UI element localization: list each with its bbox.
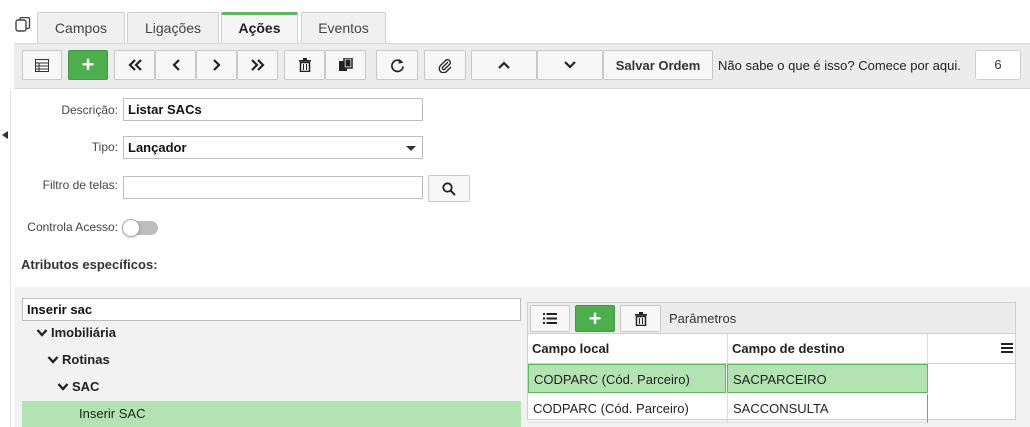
attach-button[interactable] <box>424 50 466 80</box>
col-campo-destino[interactable]: Campo de destino <box>728 334 928 364</box>
tree-search-input[interactable]: Inserir sac <box>22 298 521 321</box>
chevron-down-icon <box>47 356 59 364</box>
list-icon <box>543 313 557 324</box>
column-menu-icon[interactable] <box>1001 343 1013 353</box>
plus-icon: + <box>81 52 95 77</box>
move-down-button[interactable] <box>537 50 603 80</box>
chevron-up-icon <box>498 61 510 69</box>
tree-node-sac[interactable]: SAC <box>57 374 99 400</box>
next-record-button[interactable] <box>196 50 237 80</box>
sidebar-collapse-icon[interactable] <box>2 131 8 139</box>
tab-campos[interactable]: Campos <box>37 12 125 43</box>
trash-icon <box>298 58 311 72</box>
copy-icon[interactable] <box>15 17 31 33</box>
paperclip-icon <box>438 58 452 73</box>
descricao-label: Descrição: <box>61 103 118 117</box>
plus-icon: + <box>588 305 602 331</box>
add-button[interactable]: + <box>68 50 108 80</box>
controla-acesso-toggle[interactable] <box>122 219 158 237</box>
chevron-down-icon <box>564 61 576 69</box>
tab-eventos[interactable]: Eventos <box>301 12 386 43</box>
table-cell-local[interactable]: CODPARC (Cód. Parceiro) <box>528 394 728 423</box>
toolbar: + Salvar Ordem Não sabe o que é isso? Co… <box>14 43 1030 89</box>
atributos-title: Atributos específicos: <box>21 257 158 272</box>
parametros-title: Parâmetros <box>669 311 737 326</box>
tree-node-label: Imobiliária <box>51 325 117 340</box>
double-chevron-right-icon <box>250 59 265 71</box>
parametros-panel: + Parâmetros Campo local Campo de destin… <box>527 302 1016 423</box>
duplicate-button[interactable] <box>325 50 366 80</box>
tipo-selected-value: Lançador <box>128 140 187 155</box>
tab-bar: Campos Ligações Ações Eventos <box>0 0 1030 44</box>
help-link[interactable]: Não sabe o que é isso? Comece por aqui. <box>718 58 961 73</box>
grid-view-button[interactable] <box>22 50 62 80</box>
previous-record-button[interactable] <box>155 50 196 80</box>
params-list-button[interactable] <box>530 305 570 332</box>
parametros-toolbar: + Parâmetros <box>528 303 1015 334</box>
tree-node-imobiliaria[interactable]: Imobiliária <box>36 320 116 346</box>
table-cell-destino[interactable]: SACCONSULTA <box>728 394 928 423</box>
tree-node-inserir-sac[interactable]: Inserir SAC <box>22 401 521 427</box>
tab-ligacoes[interactable]: Ligações <box>127 12 219 43</box>
chevron-right-icon <box>212 59 221 71</box>
tree-node-rotinas[interactable]: Rotinas <box>47 347 110 373</box>
descricao-input[interactable]: Listar SACs <box>123 98 423 121</box>
tipo-select[interactable]: Lançador <box>123 136 423 159</box>
tipo-label: Tipo: <box>91 140 118 154</box>
search-button[interactable] <box>428 175 470 202</box>
table-cell-destino[interactable]: SACPARCEIRO <box>727 364 928 393</box>
filtro-input[interactable] <box>123 176 423 199</box>
count-badge: 6 <box>975 50 1021 80</box>
search-icon <box>442 181 456 196</box>
chevron-down-icon <box>57 383 69 391</box>
move-up-button[interactable] <box>471 50 537 80</box>
double-chevron-left-icon <box>127 59 142 71</box>
sidebar-divider <box>10 89 11 427</box>
controla-acesso-label: Controla Acesso: <box>27 220 118 234</box>
col-campo-local[interactable]: Campo local <box>528 334 728 364</box>
table-cell-local[interactable]: CODPARC (Cód. Parceiro) <box>528 364 726 393</box>
grid-icon <box>35 58 49 72</box>
app-root: Campos Ligações Ações Eventos + Salvar O… <box>0 0 1030 427</box>
params-add-button[interactable]: + <box>575 305 615 332</box>
first-record-button[interactable] <box>114 50 155 80</box>
tab-acoes[interactable]: Ações <box>221 12 298 44</box>
trash-icon <box>634 311 647 326</box>
params-delete-button[interactable] <box>620 305 661 332</box>
tree-node-label: Rotinas <box>62 352 110 367</box>
tree-node-label: SAC <box>72 379 100 394</box>
chevron-down-icon <box>36 329 48 337</box>
save-order-button[interactable]: Salvar Ordem <box>603 50 713 80</box>
toggle-knob <box>122 219 140 237</box>
last-record-button[interactable] <box>237 50 278 80</box>
refresh-icon <box>390 58 404 72</box>
filtro-label: Filtro de telas: <box>42 178 118 192</box>
caret-down-icon <box>406 146 416 151</box>
refresh-button[interactable] <box>376 50 418 80</box>
chevron-left-icon <box>171 59 180 71</box>
duplicate-icon <box>338 58 353 71</box>
delete-button[interactable] <box>284 50 325 80</box>
